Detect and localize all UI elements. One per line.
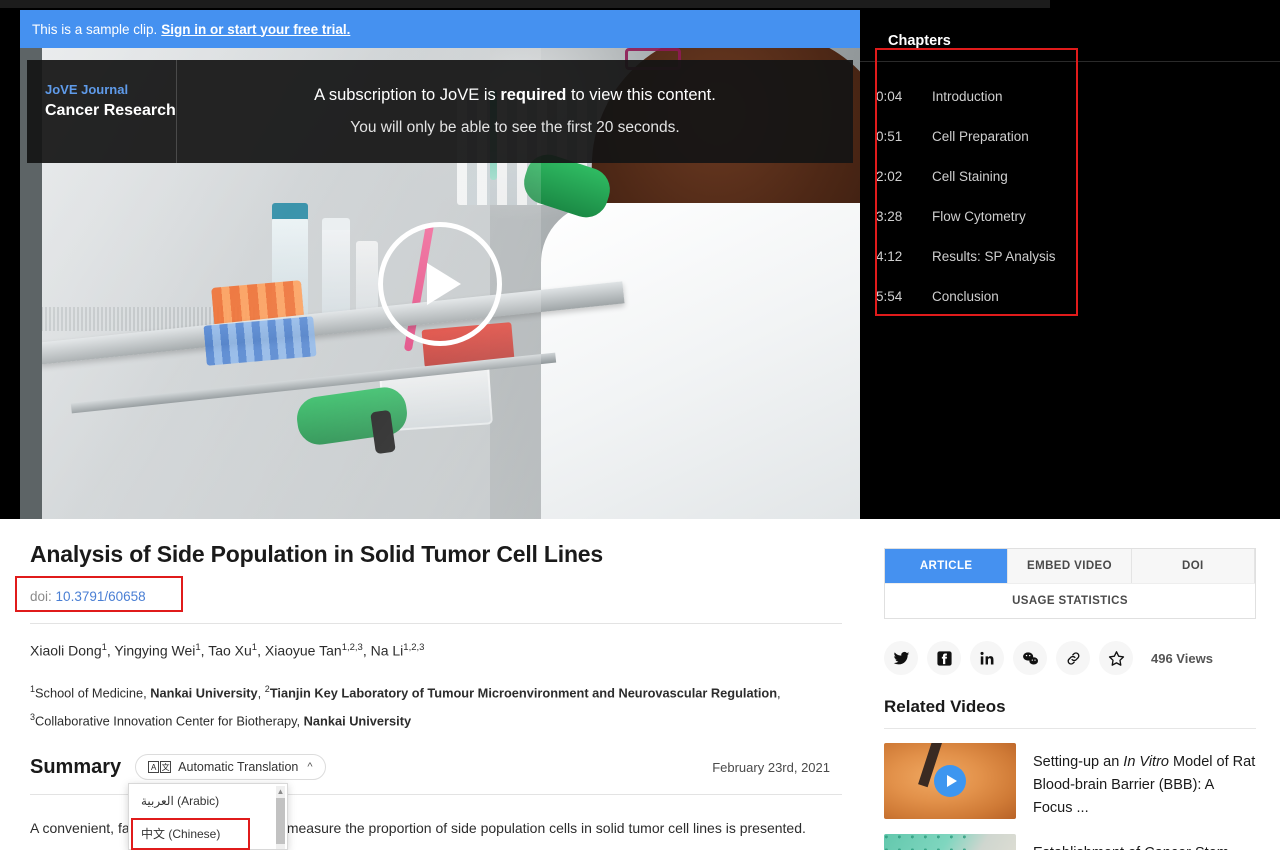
subscription-notice: JoVE Journal Cancer Research A subscript… [27, 60, 853, 163]
chapter-label: Results: SP Analysis [932, 248, 1056, 264]
author-list: Xiaoli Dong1, Yingying Wei1, Tao Xu1, Xi… [30, 642, 425, 659]
chapters-panel: Chapters 0:04 Introduction 0:51 Cell Prepar… [860, 8, 1280, 519]
language-dropdown-scroll-thumb[interactable] [276, 798, 285, 844]
page-root: This is a sample clip. Sign in or start … [0, 0, 1280, 850]
reagent-bottle-2-cap [322, 217, 351, 230]
publication-date: February 23rd, 2021 [712, 759, 830, 775]
play-icon [427, 262, 461, 305]
notice-line-1: A subscription to JoVE is required to vi… [314, 86, 716, 105]
related-video-thumbnail-2[interactable] [884, 834, 1016, 850]
chapter-time: 3:28 [876, 208, 903, 224]
sample-clip-text: This is a sample clip. [32, 21, 158, 37]
page-title: Analysis of Side Population in Solid Tum… [30, 541, 603, 567]
notice-line-1b: required [500, 86, 567, 104]
chapter-row[interactable]: 3:28 Flow Cytometry [876, 196, 1076, 236]
related-videos-heading: Related Videos [884, 697, 1006, 716]
video-player[interactable]: JoVE Journal Cancer Research A subscript… [20, 48, 860, 519]
related-video-title-1: Setting-up an In Vitro Model of Rat Bloo… [1033, 743, 1256, 820]
notice-journal-block: JoVE Journal Cancer Research [27, 60, 177, 163]
notice-line-1a: A subscription to JoVE is [314, 86, 501, 104]
chapters-heading: Chapters [888, 33, 951, 49]
summary-header-row: Summary A文 Automatic Translation ^ Febru… [30, 754, 830, 781]
link-icon[interactable] [1056, 641, 1090, 675]
tab-usage-statistics[interactable]: USAGE STATISTICS [885, 583, 1255, 618]
chapter-time: 0:04 [876, 88, 903, 104]
tab-doi[interactable]: DOI [1132, 549, 1255, 583]
related-video-item-2[interactable]: Establishment of Cancer Stem Cell ... [884, 834, 1256, 850]
related-video-item-1[interactable]: Setting-up an In Vitro Model of Rat Bloo… [884, 743, 1256, 820]
scroll-up-arrow-icon[interactable]: ▲ [276, 786, 285, 798]
chapter-row[interactable]: 5:54 Conclusion [876, 276, 1076, 316]
related-videos-divider [884, 728, 1256, 729]
doi-link[interactable]: 10.3791/60658 [56, 589, 146, 604]
facebook-icon[interactable] [927, 641, 961, 675]
video-column: This is a sample clip. Sign in or start … [0, 8, 860, 519]
related-play-icon-1 [934, 765, 966, 797]
top-strip-right [1050, 0, 1280, 8]
notice-line-1c: to view this content. [566, 86, 716, 104]
sample-clip-banner: This is a sample clip. Sign in or start … [20, 10, 860, 48]
chapter-label: Conclusion [932, 288, 999, 304]
researcher-lab-coat [540, 203, 860, 519]
chapter-label: Cell Staining [932, 168, 1008, 184]
related-title-1a: Setting-up an [1033, 754, 1124, 770]
journal-category: Cancer Research [45, 102, 176, 119]
translation-button-label: Automatic Translation [178, 760, 299, 775]
wechat-icon[interactable] [1013, 641, 1047, 675]
social-share-row: 496 Views [884, 641, 1256, 675]
chapter-row[interactable]: 0:04 Introduction [876, 76, 1076, 116]
language-option-chinese[interactable]: 中文 (Chinese) [129, 817, 287, 849]
related-video-thumbnail-1[interactable] [884, 743, 1016, 819]
doi-label: doi: [30, 589, 52, 604]
chevron-up-icon: ^ [307, 761, 313, 774]
views-count: 496 Views [1151, 650, 1213, 666]
chapter-time: 4:12 [876, 248, 903, 264]
chapter-label: Introduction [932, 88, 1003, 104]
chapter-time: 0:51 [876, 128, 903, 144]
sidebar-tabs: ARTICLE EMBED VIDEO DOI USAGE STATISTICS [884, 548, 1256, 619]
reagent-bottle-1-cap [272, 203, 308, 220]
tab-embed-video[interactable]: EMBED VIDEO [1008, 549, 1132, 583]
chapters-divider [860, 61, 1280, 62]
chapter-label: Cell Preparation [932, 128, 1029, 144]
chapter-time: 5:54 [876, 288, 903, 304]
twitter-icon[interactable] [884, 641, 918, 675]
linkedin-icon[interactable] [970, 641, 1004, 675]
summary-heading: Summary [30, 755, 122, 778]
journal-name: JoVE Journal [45, 82, 129, 97]
chapter-row[interactable]: 4:12 Results: SP Analysis [876, 236, 1076, 276]
tab-article[interactable]: ARTICLE [885, 549, 1009, 583]
chapter-label: Flow Cytometry [932, 208, 1026, 224]
notice-line-2: You will only be able to see the first 2… [350, 119, 680, 136]
sign-in-trial-link[interactable]: Sign in or start your free trial. [161, 22, 350, 37]
right-sidebar: ARTICLE EMBED VIDEO DOI USAGE STATISTICS 49… [860, 519, 1280, 850]
translate-icon: A文 [148, 761, 172, 774]
automatic-translation-button[interactable]: A文 Automatic Translation ^ [135, 754, 326, 781]
star-icon[interactable] [1099, 641, 1133, 675]
affiliation-list: 1School of Medicine, Nankai University, … [30, 683, 781, 729]
chapters-list: 0:04 Introduction 0:51 Cell Preparation 2:02… [876, 66, 1076, 316]
play-button[interactable] [378, 221, 502, 346]
language-option-arabic[interactable]: العربية (Arabic) [129, 784, 287, 817]
language-dropdown[interactable]: العربية (Arabic) 中文 (Chinese) ▲ [128, 783, 288, 850]
reagent-bottle-2 [322, 226, 351, 317]
chapter-time: 2:02 [876, 168, 903, 184]
chapter-row[interactable]: 0:51 Cell Preparation [876, 116, 1076, 156]
related-title-1-italic: In Vitro [1123, 754, 1169, 770]
title-divider [30, 623, 842, 624]
doi-line: doi: 10.3791/60658 [30, 589, 830, 604]
chapter-row[interactable]: 2:02 Cell Staining [876, 156, 1076, 196]
notice-message-block: A subscription to JoVE is required to vi… [177, 60, 853, 163]
related-video-title-2: Establishment of Cancer Stem Cell ... [1033, 834, 1256, 850]
